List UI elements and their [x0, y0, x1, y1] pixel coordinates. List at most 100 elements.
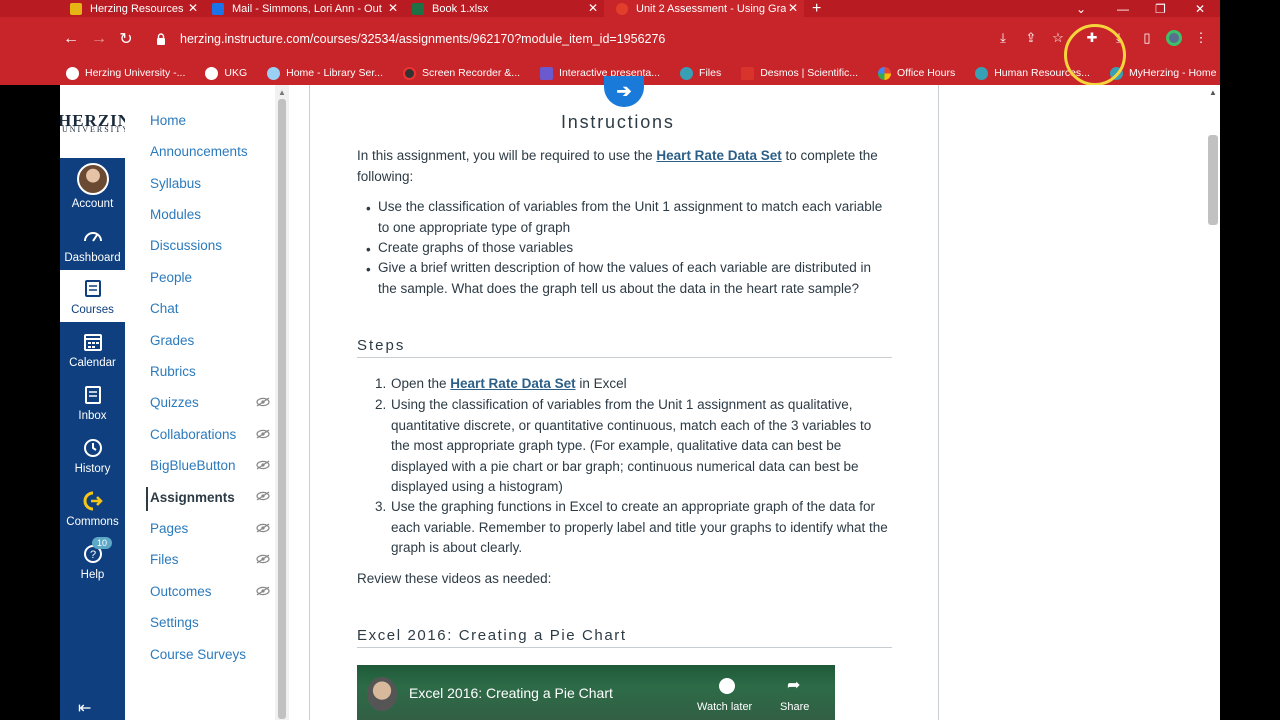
avatar [76, 163, 109, 195]
course-nav-files[interactable]: Files [150, 552, 179, 567]
course-nav-scrollbar[interactable]: ▲ [275, 85, 289, 720]
reload-icon[interactable]: ↻ [115, 28, 137, 50]
minimize-icon[interactable]: — [1117, 0, 1129, 17]
profile-icon[interactable] [1165, 29, 1183, 47]
global-nav-calendar[interactable]: Calendar [60, 323, 125, 375]
course-nav-grades[interactable]: Grades [150, 333, 194, 348]
step-1: Open the Heart Rate Data Set in Excel [391, 376, 627, 391]
back-icon[interactable]: ← [60, 28, 82, 50]
hidden-eye-icon [256, 523, 270, 533]
page-scrollbar[interactable]: ▲ [1206, 85, 1220, 720]
global-nav-account[interactable]: Account [60, 160, 125, 216]
course-nav-people[interactable]: People [150, 270, 192, 285]
close-tab-icon[interactable]: ✕ [788, 1, 798, 15]
cursor-highlight-ring [1064, 24, 1126, 86]
desmos-icon [741, 66, 755, 80]
tab-search-chevron-icon[interactable]: ⌄ [1076, 0, 1086, 17]
course-nav-discussions[interactable]: Discussions [150, 238, 222, 253]
course-nav-modules[interactable]: Modules [150, 207, 201, 222]
course-nav-course-surveys[interactable]: Course Surveys [150, 647, 246, 662]
tab-herzing-resources[interactable]: Herzing Resources ✕ [0, 0, 204, 17]
course-nav-assignments[interactable]: Assignments [150, 490, 235, 505]
share-arrow-icon: ➦ [787, 677, 801, 694]
window-close-icon[interactable]: ✕ [1195, 0, 1205, 17]
bookmark-myherzing[interactable]: MyHerzing - Home [1109, 66, 1216, 80]
bullet-dot: • [366, 201, 371, 216]
bookmark-screen-recorder[interactable]: Screen Recorder &... [403, 66, 520, 80]
tab-strip: Herzing Resources ✕ Mail - Simmons, Lori… [0, 0, 1220, 17]
lock-icon [157, 33, 165, 45]
restore-icon[interactable]: ❐ [1155, 0, 1166, 17]
mentimeter-icon [540, 66, 554, 80]
hr-icon [975, 66, 989, 80]
hidden-eye-icon [256, 491, 270, 501]
record-icon [403, 66, 416, 80]
review-text: Review these videos as needed: [357, 571, 552, 586]
course-nav-syllabus[interactable]: Syllabus [150, 176, 201, 191]
chrome-menu-icon[interactable]: ⋮ [1192, 29, 1210, 47]
herzing-favicon [70, 2, 82, 15]
course-nav-home[interactable]: Home [150, 113, 186, 128]
instructions-heading: Instructions [561, 112, 675, 132]
clock-icon [719, 678, 735, 694]
tab-outlook-mail[interactable]: Mail - Simmons, Lori Ann - Outlo ✕ [204, 0, 404, 17]
bookmark-ukg[interactable]: UKG [205, 66, 247, 80]
close-tab-icon[interactable]: ✕ [588, 1, 598, 15]
bullet-item: Create graphs of those variables [378, 240, 574, 255]
close-tab-icon[interactable]: ✕ [388, 1, 398, 15]
inbox-icon [84, 386, 101, 404]
history-icon [83, 439, 102, 457]
letterbox-left [0, 85, 60, 720]
new-tab-icon[interactable]: + [812, 0, 821, 17]
course-nav-bigbluebutton[interactable]: BigBlueButton [150, 458, 236, 473]
commons-icon [83, 491, 103, 511]
global-nav-history[interactable]: History [60, 429, 125, 481]
global-nav-commons[interactable]: Commons [60, 482, 125, 534]
collapse-nav-icon[interactable]: ⇤ [78, 698, 91, 718]
tab-unit2-assessment[interactable]: Unit 2 Assessment - Using Graph ✕ [604, 0, 804, 17]
close-tab-icon[interactable]: ✕ [188, 1, 198, 15]
global-nav-inbox[interactable]: Inbox [60, 376, 125, 428]
help-badge: 10 [92, 537, 113, 549]
office-hours-icon [878, 66, 892, 80]
ukg-icon [205, 66, 219, 80]
channel-avatar [367, 677, 397, 711]
address-bar[interactable]: herzing.instructure.com/courses/32534/as… [148, 26, 1072, 52]
bookmark-library[interactable]: Home - Library Ser... [267, 66, 383, 80]
side-panel-icon[interactable]: ▯ [1138, 29, 1156, 47]
install-app-icon[interactable]: ⤓ [994, 29, 1012, 47]
course-nav-chat[interactable]: Chat [150, 301, 179, 316]
global-nav-dashboard[interactable]: Dashboard [60, 218, 125, 270]
course-nav-settings[interactable]: Settings [150, 615, 199, 630]
forward-icon[interactable]: → [88, 28, 110, 50]
global-nav-help[interactable]: ? 10 Help [60, 535, 125, 587]
canvas-favicon [616, 2, 628, 15]
bullet-dot: • [366, 262, 371, 277]
course-nav-outcomes[interactable]: Outcomes [150, 584, 212, 599]
watch-later-button[interactable]: Watch later [697, 701, 752, 713]
course-nav-quizzes[interactable]: Quizzes [150, 395, 199, 410]
step-number: 3. [375, 499, 387, 514]
tab-book1-xlsx[interactable]: Book 1.xlsx ✕ [404, 0, 604, 17]
video-title[interactable]: Excel 2016: Creating a Pie Chart [409, 685, 613, 701]
bookmark-desmos[interactable]: Desmos | Scientific... [741, 66, 858, 80]
youtube-video-embed[interactable]: Excel 2016: Creating a Pie Chart Watch l… [357, 665, 835, 720]
bookmark-herzing-university[interactable]: Herzing University -... [66, 66, 185, 80]
heart-rate-data-set-link[interactable]: Heart Rate Data Set [450, 376, 575, 391]
global-nav-courses[interactable]: Courses [60, 270, 125, 322]
course-nav-announcements[interactable]: Announcements [150, 144, 248, 159]
video-share-button[interactable]: Share [780, 701, 809, 713]
video-divider [357, 647, 892, 648]
herzing-logo[interactable]: HERZING UNIVERSITY [60, 85, 125, 158]
heart-rate-data-set-link[interactable]: Heart Rate Data Set [656, 148, 781, 163]
course-nav-collaborations[interactable]: Collaborations [150, 427, 236, 442]
bookmark-office-hours[interactable]: Office Hours [878, 66, 955, 80]
url-text: herzing.instructure.com/courses/32534/as… [180, 32, 666, 46]
active-nav-indicator [146, 487, 148, 511]
bookmark-files[interactable]: Files [680, 66, 721, 80]
bullet-dot: • [366, 242, 371, 257]
bookmark-star-icon[interactable]: ☆ [1049, 29, 1067, 47]
course-nav-pages[interactable]: Pages [150, 521, 188, 536]
share-icon[interactable]: ⇪ [1022, 29, 1040, 47]
course-nav-rubrics[interactable]: Rubrics [150, 364, 196, 379]
